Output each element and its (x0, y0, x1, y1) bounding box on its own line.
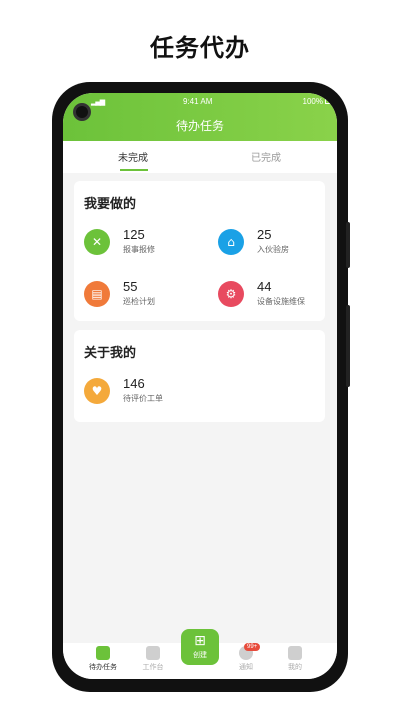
create-button[interactable]: ⊞ 创建 (181, 629, 219, 665)
status-time: 9:41 AM (183, 97, 213, 106)
page-headline: 任务代办 (150, 34, 250, 62)
create-label: 创建 (193, 651, 207, 659)
battery-icon (325, 99, 335, 104)
task-item-equipment-maintenance[interactable]: ⚙ 44 设备设施维保 (218, 277, 337, 309)
card-about-me: 关于我的 ♥ 146 待评价工单 (74, 330, 325, 422)
nav-label: 通知 (239, 663, 253, 671)
task-count: 146 (123, 376, 145, 391)
plus-icon: ⊞ (194, 633, 206, 649)
task-count: 125 (123, 227, 145, 242)
task-label: 设备设施维保 (257, 297, 305, 306)
notification-badge: 99+ (244, 643, 261, 651)
task-tabs: 未完成 已完成 (63, 141, 337, 173)
task-item-repair[interactable]: ✕ 125 报事报修 (84, 225, 204, 257)
tab-indicator (120, 169, 148, 171)
status-battery-text: 100% (302, 97, 323, 106)
task-label: 巡检计划 (123, 297, 155, 306)
profile-icon (288, 646, 302, 660)
phone-side-button (346, 222, 350, 268)
app-title: 待办任务 (175, 119, 224, 133)
task-count: 25 (257, 227, 272, 242)
task-label: 入伙验房 (257, 245, 289, 254)
tools-icon: ✕ (84, 229, 110, 255)
nav-label: 我的 (288, 663, 302, 671)
phone-screen: ▂▄▆ 9:41 AM 100% 待办任务 未完成 已完成 我要做的 ✕ 125… (63, 93, 337, 679)
app-header: ▂▄▆ 9:41 AM 100% 待办任务 (63, 93, 337, 141)
signal-icon: ▂▄▆ (91, 98, 105, 106)
heart-smile-icon: ♥ (84, 378, 110, 404)
task-item-inspection-move-in[interactable]: ⌂ 25 入伙验房 (218, 225, 337, 257)
monitor-icon (146, 646, 160, 660)
nav-item-tasks[interactable]: 待办任务 (83, 646, 123, 672)
card-title: 我要做的 (84, 197, 137, 212)
nav-label: 工作台 (142, 663, 164, 671)
card-title: 关于我的 (84, 346, 137, 361)
tab-completed[interactable]: 已完成 (251, 149, 281, 164)
nav-item-workbench[interactable]: 工作台 (133, 646, 173, 672)
task-count: 44 (257, 279, 272, 294)
task-label: 待评价工单 (123, 394, 163, 403)
nav-item-profile[interactable]: 我的 (275, 646, 315, 672)
task-item-patrol-plan[interactable]: ▤ 55 巡检计划 (84, 277, 204, 309)
task-label: 报事报修 (123, 245, 155, 254)
clipboard-icon: ▤ (84, 281, 110, 307)
tab-incomplete[interactable]: 未完成 (118, 149, 148, 164)
house-check-icon: ⌂ (218, 229, 244, 255)
device-maintenance-icon: ⚙ (218, 281, 244, 307)
task-item-pending-review[interactable]: ♥ 146 待评价工单 (84, 374, 204, 406)
card-my-tasks: 我要做的 ✕ 125 报事报修 ⌂ 25 入伙验房 ▤ 55 巡检计划 ⚙ 44… (74, 181, 325, 321)
phone-side-button (346, 305, 350, 387)
nav-label: 待办任务 (89, 663, 117, 671)
task-count: 55 (123, 279, 138, 294)
tasks-icon (96, 646, 110, 660)
